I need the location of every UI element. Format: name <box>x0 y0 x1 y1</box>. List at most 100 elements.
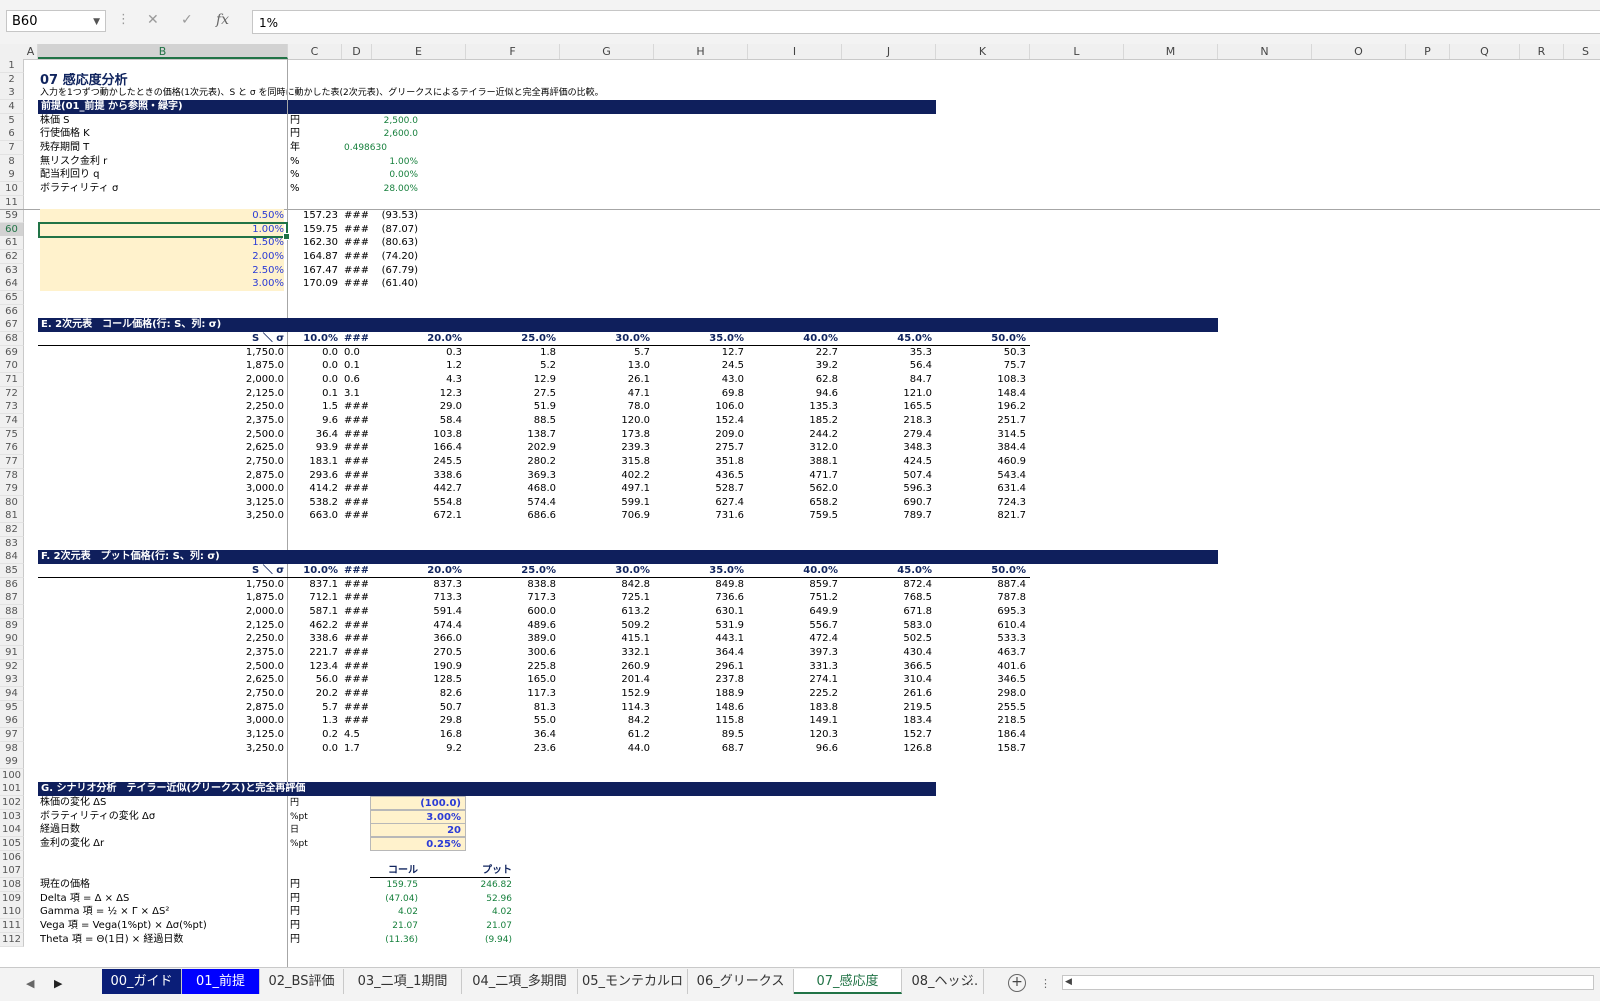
row-header-112[interactable]: 112 <box>0 933 24 947</box>
row-header-88[interactable]: 88 <box>0 605 24 619</box>
row-header-61[interactable]: 61 <box>0 236 24 250</box>
sheet-tab[interactable]: 00_ガイド <box>102 969 182 994</box>
row-header-102[interactable]: 102 <box>0 796 24 810</box>
row-header-82[interactable]: 82 <box>0 523 24 537</box>
row-header-108[interactable]: 108 <box>0 878 24 892</box>
row-header-71[interactable]: 71 <box>0 373 24 387</box>
scenario-input-value[interactable]: (100.0) <box>370 796 466 810</box>
row-header-101[interactable]: 101 <box>0 782 24 796</box>
row-header-62[interactable]: 62 <box>0 250 24 264</box>
row-header-60[interactable]: 60 <box>0 223 24 237</box>
row-header-95[interactable]: 95 <box>0 701 24 715</box>
column-header-s[interactable]: S <box>1564 44 1600 59</box>
row-header-4[interactable]: 4 <box>0 100 24 114</box>
row-header-2[interactable]: 2 <box>0 73 24 87</box>
scenario-input-value[interactable]: 20 <box>370 823 466 837</box>
row-header-1[interactable]: 1 <box>0 59 24 73</box>
row-header-84[interactable]: 84 <box>0 550 24 564</box>
column-header-d[interactable]: D <box>342 44 372 59</box>
row-header-5[interactable]: 5 <box>0 114 24 128</box>
row-header-96[interactable]: 96 <box>0 714 24 728</box>
scenario-input-value[interactable]: 3.00% <box>370 810 466 824</box>
column-header-f[interactable]: F <box>466 44 560 59</box>
row-header-66[interactable]: 66 <box>0 305 24 319</box>
column-header-i[interactable]: I <box>748 44 842 59</box>
row-header-99[interactable]: 99 <box>0 755 24 769</box>
row-header-76[interactable]: 76 <box>0 441 24 455</box>
row-header-72[interactable]: 72 <box>0 387 24 401</box>
scroll-left-icon[interactable]: ◀ <box>1065 977 1072 987</box>
fill-handle[interactable] <box>283 233 290 240</box>
row-header-74[interactable]: 74 <box>0 414 24 428</box>
row-header-98[interactable]: 98 <box>0 742 24 756</box>
column-header-l[interactable]: L <box>1030 44 1124 59</box>
row-header-86[interactable]: 86 <box>0 578 24 592</box>
row-header-91[interactable]: 91 <box>0 646 24 660</box>
row-header-85[interactable]: 85 <box>0 564 24 578</box>
chevron-down-icon[interactable]: ▼ <box>93 11 100 33</box>
fx-icon[interactable]: fx <box>216 12 229 28</box>
sheet-tab[interactable]: 01_前提 <box>182 969 260 994</box>
column-header-n[interactable]: N <box>1218 44 1312 59</box>
sheet-tab[interactable]: 06_グリークス <box>688 969 794 994</box>
row-header-7[interactable]: 7 <box>0 141 24 155</box>
sheet-tab[interactable]: 07_感応度 <box>794 969 902 994</box>
row-header-75[interactable]: 75 <box>0 428 24 442</box>
row-header-77[interactable]: 77 <box>0 455 24 469</box>
row-header-111[interactable]: 111 <box>0 919 24 933</box>
sheet-tab[interactable]: 05_モンテカルロ <box>578 969 688 994</box>
column-header-g[interactable]: G <box>560 44 654 59</box>
name-box[interactable]: B60 ▼ <box>6 10 106 32</box>
row-header-93[interactable]: 93 <box>0 673 24 687</box>
prev-sheet-icon[interactable]: ◀ <box>26 977 34 990</box>
row-header-9[interactable]: 9 <box>0 168 24 182</box>
sheet-tab[interactable]: 03_二項_1期間 <box>344 969 462 994</box>
next-sheet-icon[interactable]: ▶ <box>54 977 62 990</box>
column-header-e[interactable]: E <box>372 44 466 59</box>
row-header-3[interactable]: 3 <box>0 86 24 100</box>
row-header-11[interactable]: 11 <box>0 196 24 210</box>
scenario-input-value[interactable]: 0.25% <box>370 837 466 851</box>
close-icon[interactable]: ✕ <box>147 12 159 28</box>
column-header-r[interactable]: R <box>1520 44 1564 59</box>
row-header-110[interactable]: 110 <box>0 905 24 919</box>
row-header-87[interactable]: 87 <box>0 591 24 605</box>
row-header-73[interactable]: 73 <box>0 400 24 414</box>
row-header-83[interactable]: 83 <box>0 537 24 551</box>
row-header-100[interactable]: 100 <box>0 769 24 783</box>
row-header-97[interactable]: 97 <box>0 728 24 742</box>
column-header-h[interactable]: H <box>654 44 748 59</box>
sheet-tab[interactable]: 04_二項_多期間 <box>462 969 578 994</box>
row-header-70[interactable]: 70 <box>0 359 24 373</box>
selected-cell-b60[interactable] <box>38 222 290 240</box>
horizontal-scrollbar[interactable]: ◀ <box>1062 975 1594 990</box>
row-header-107[interactable]: 107 <box>0 864 24 878</box>
column-header-b[interactable]: B <box>38 44 288 59</box>
row-header-78[interactable]: 78 <box>0 469 24 483</box>
column-header-o[interactable]: O <box>1312 44 1406 59</box>
column-header-m[interactable]: M <box>1124 44 1218 59</box>
row-header-8[interactable]: 8 <box>0 155 24 169</box>
worksheet-grid[interactable]: 1 2 3 4 5 6 7 8 9 10 11 59 60 61 62 63 64 65 66 67 68 69 70 71 7… <box>0 59 1600 967</box>
row-header-89[interactable]: 89 <box>0 619 24 633</box>
row-header-59[interactable]: 59 <box>0 209 24 223</box>
row-header-64[interactable]: 64 <box>0 277 24 291</box>
row-header-105[interactable]: 105 <box>0 837 24 851</box>
row-header-81[interactable]: 81 <box>0 509 24 523</box>
row-header-67[interactable]: 67 <box>0 318 24 332</box>
row-header-104[interactable]: 104 <box>0 823 24 837</box>
add-sheet-icon[interactable]: + <box>1008 974 1026 992</box>
column-header-q[interactable]: Q <box>1450 44 1520 59</box>
sheet-tab[interactable]: 02_BS評価 <box>260 969 344 994</box>
column-header-j[interactable]: J <box>842 44 936 59</box>
row-header-79[interactable]: 79 <box>0 482 24 496</box>
row-header-103[interactable]: 103 <box>0 810 24 824</box>
row-header-69[interactable]: 69 <box>0 346 24 360</box>
row-header-92[interactable]: 92 <box>0 660 24 674</box>
row-header-106[interactable]: 106 <box>0 851 24 865</box>
row-header-94[interactable]: 94 <box>0 687 24 701</box>
column-header-a[interactable]: A <box>24 44 38 59</box>
row-header-10[interactable]: 10 <box>0 182 24 196</box>
row-header-90[interactable]: 90 <box>0 632 24 646</box>
row-header-63[interactable]: 63 <box>0 264 24 278</box>
